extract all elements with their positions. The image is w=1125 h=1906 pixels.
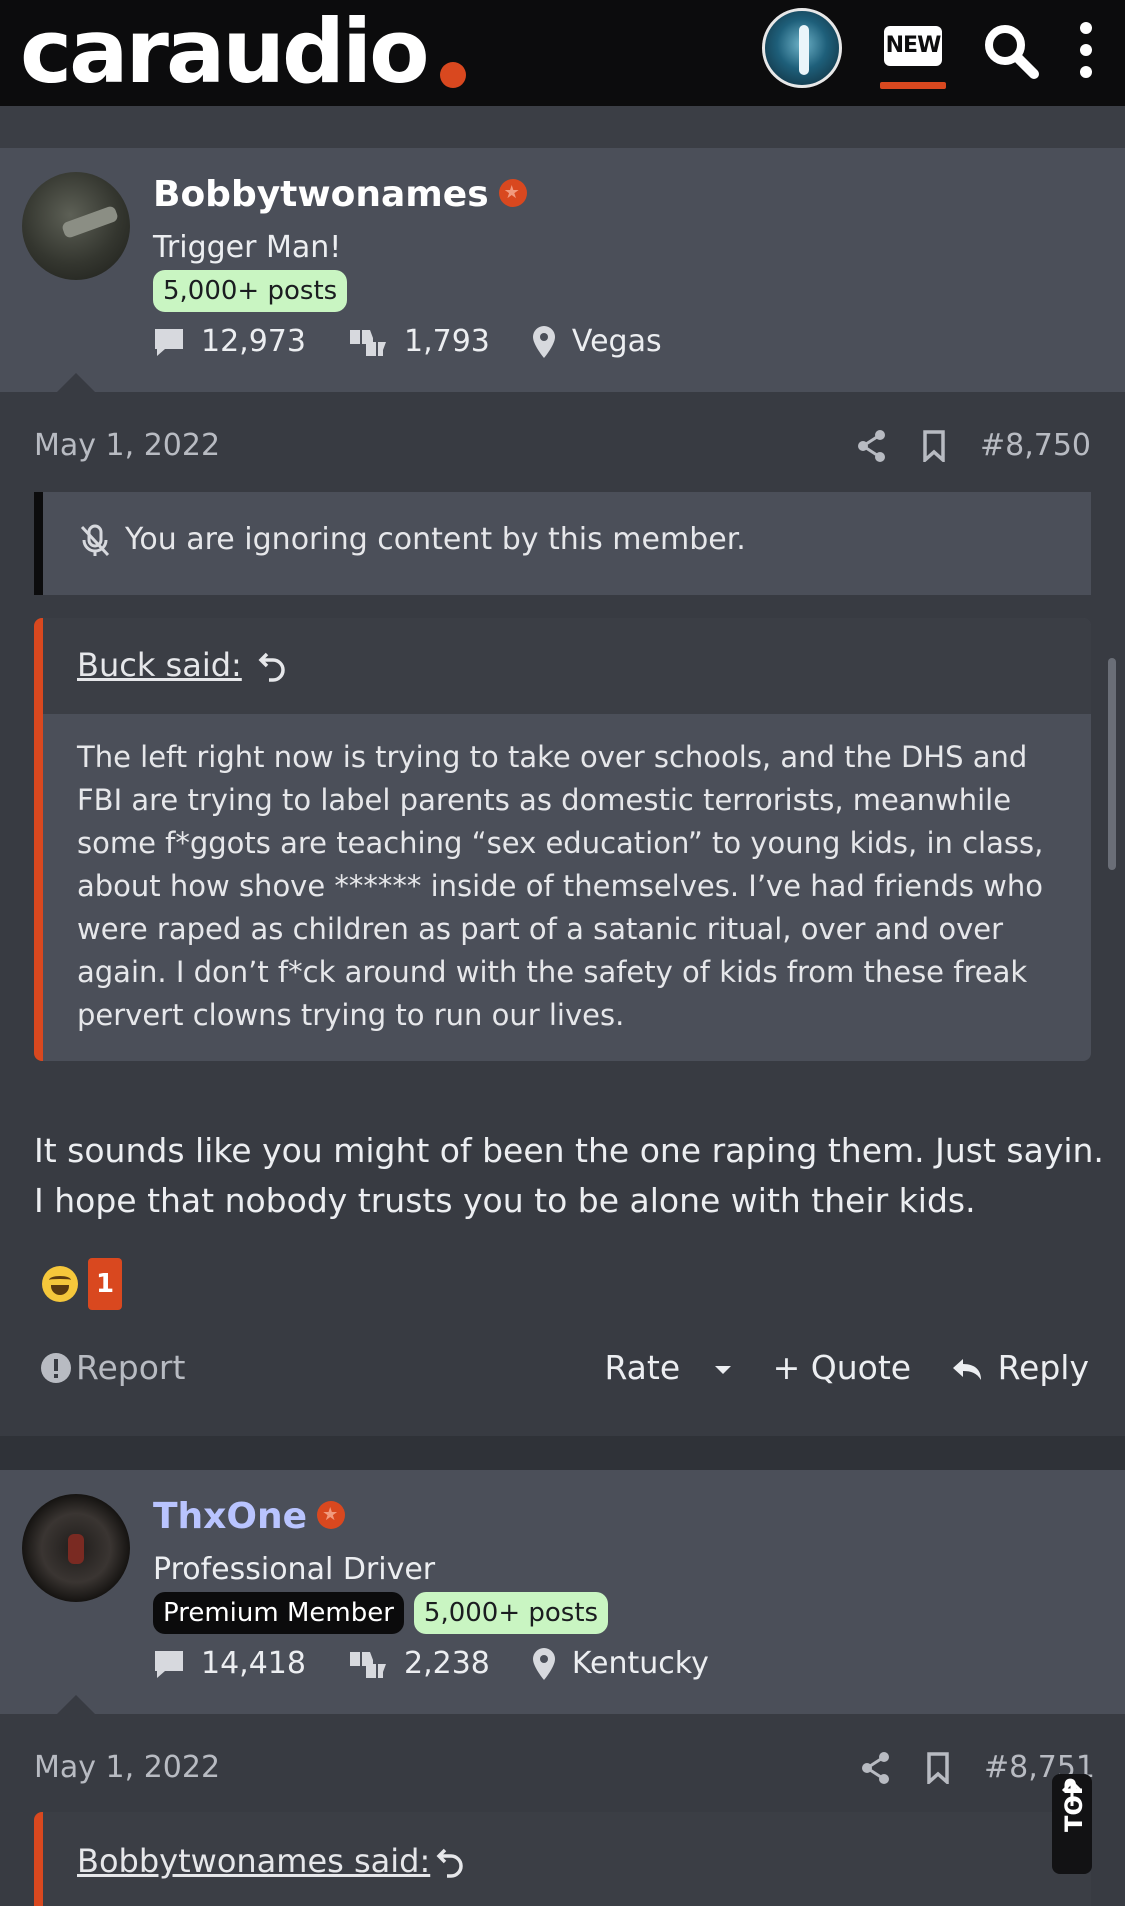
page: caraudio NEW Bobbytwonames Trigger Man! … xyxy=(0,0,1125,1906)
location-stat: Vegas xyxy=(532,324,662,359)
quote-block: Buck said: The left right now is trying … xyxy=(34,618,1091,1061)
quote-author-link[interactable]: Bobbytwonames said: xyxy=(77,1842,430,1880)
username[interactable]: ThxOne xyxy=(153,1496,346,1537)
message-user-block: ThxOne Professional Driver Premium Membe… xyxy=(0,1470,1125,1715)
ignored-notice-text[interactable]: You are ignoring content by this member. xyxy=(125,522,746,557)
alert-icon xyxy=(41,1352,71,1383)
posts-badge: 5,000+ posts xyxy=(153,270,348,312)
reaction-score-count: 1,793 xyxy=(403,324,490,359)
reply-button[interactable]: Reply xyxy=(951,1348,1089,1387)
user-title: Trigger Man! xyxy=(153,230,342,265)
report-button[interactable]: Report xyxy=(40,1348,185,1387)
ignored-content-notice: You are ignoring content by this member. xyxy=(34,492,1091,595)
footer-actions: Rate + Quote Reply xyxy=(604,1348,1089,1387)
user-stats: 14,418 2,238 Kentucky xyxy=(153,1646,751,1681)
username-text[interactable]: Bobbytwonames xyxy=(153,174,489,215)
post-number[interactable]: #8,750 xyxy=(980,428,1091,463)
user-badges: 5,000+ posts xyxy=(153,270,348,312)
reaction-score-count: 2,238 xyxy=(403,1646,490,1681)
map-pin-icon[interactable] xyxy=(532,1647,556,1680)
post-footer: Report Rate + Quote Reply xyxy=(0,1344,1125,1394)
quote-header: Buck said: xyxy=(43,618,1091,714)
jump-to-quote-icon[interactable] xyxy=(257,650,289,682)
top-spacer xyxy=(0,106,1125,148)
messages-count: 12,973 xyxy=(201,324,306,359)
quote-block: Bobbytwonames said: xyxy=(34,1812,1091,1906)
account-avatar[interactable] xyxy=(762,8,842,88)
messages-stat: 14,418 xyxy=(153,1646,306,1681)
user-title: Professional Driver xyxy=(153,1552,436,1587)
posts-badge: 5,000+ posts xyxy=(413,1592,609,1634)
staff-star-icon xyxy=(317,1501,346,1529)
post-separator xyxy=(0,1436,1125,1470)
message-user-block: Bobbytwonames Trigger Man! 5,000+ posts … xyxy=(0,148,1125,393)
post-date[interactable]: May 1, 2022 xyxy=(34,428,220,463)
user-badges: Premium Member 5,000+ posts xyxy=(153,1592,609,1634)
messages-count: 14,418 xyxy=(201,1646,306,1681)
rate-label[interactable]: Rate xyxy=(604,1348,680,1387)
quote-author-link[interactable]: Buck said: xyxy=(77,646,242,684)
staff-star-icon xyxy=(498,179,527,207)
location-text[interactable]: Vegas xyxy=(572,324,662,359)
logo-dot xyxy=(440,62,466,88)
reaction-score-stat: 2,238 xyxy=(348,1646,490,1681)
jump-to-quote-icon[interactable] xyxy=(435,1846,467,1878)
thumbs-icon xyxy=(349,1651,386,1678)
search-icon[interactable] xyxy=(982,22,1040,80)
site-logo[interactable]: caraudio xyxy=(20,4,430,100)
report-label[interactable]: Report xyxy=(76,1348,185,1387)
laughing-emoji-icon[interactable] xyxy=(42,1266,78,1302)
bookmark-icon[interactable] xyxy=(926,1751,950,1784)
quote-text: The left right now is trying to take ove… xyxy=(77,740,1044,1032)
pointer-arrow xyxy=(56,373,96,393)
user-stats: 12,973 1,793 Vegas xyxy=(153,324,704,359)
avatar-detail xyxy=(60,204,120,240)
share-icon[interactable] xyxy=(860,1751,892,1785)
messages-stat: 12,973 xyxy=(153,324,306,359)
reply-arrow-icon xyxy=(953,1358,982,1380)
username[interactable]: Bobbytwonames xyxy=(153,174,527,215)
scrollbar[interactable] xyxy=(1108,658,1116,870)
premium-member-badge: Premium Member xyxy=(153,1592,404,1634)
reply-label[interactable]: Reply xyxy=(998,1348,1089,1387)
active-tab-indicator xyxy=(880,82,946,89)
caret-down-icon[interactable] xyxy=(713,1364,733,1376)
new-posts-icon[interactable]: NEW xyxy=(884,26,942,66)
share-icon[interactable] xyxy=(856,429,888,463)
username-text[interactable]: ThxOne xyxy=(153,1496,307,1537)
pointer-arrow xyxy=(56,1695,96,1715)
avatar[interactable] xyxy=(22,172,130,280)
speech-bubble-icon xyxy=(155,328,183,356)
avatar-detail xyxy=(68,1534,84,1564)
avatar-figure xyxy=(799,25,809,75)
post-body-text: It sounds like you might of been the one… xyxy=(34,1131,1104,1220)
reaction-score-stat: 1,793 xyxy=(348,324,490,359)
muted-microphone-icon xyxy=(80,524,110,557)
top-label[interactable]: TOP xyxy=(1060,1778,1088,1832)
post-actions: #8,750 xyxy=(856,428,1091,463)
thumbs-icon xyxy=(349,329,386,356)
post-date[interactable]: May 1, 2022 xyxy=(34,1750,220,1785)
quote-header: Bobbytwonames said: xyxy=(43,1812,1091,1906)
speech-bubble-icon xyxy=(155,1650,183,1678)
more-menu-icon[interactable] xyxy=(1076,22,1096,78)
location-stat: Kentucky xyxy=(532,1646,709,1681)
reaction-count[interactable]: 1 xyxy=(88,1258,122,1310)
reactions-bar[interactable]: 1 xyxy=(42,1258,122,1310)
quote-button[interactable]: + Quote xyxy=(773,1348,911,1387)
bookmark-icon[interactable] xyxy=(922,429,946,462)
scroll-to-top-button[interactable]: TOP xyxy=(1052,1774,1092,1874)
site-header: caraudio NEW xyxy=(0,0,1125,106)
avatar[interactable] xyxy=(22,1494,130,1602)
location-text[interactable]: Kentucky xyxy=(572,1646,709,1681)
rate-button[interactable]: Rate xyxy=(604,1348,732,1387)
map-pin-icon[interactable] xyxy=(532,325,556,358)
